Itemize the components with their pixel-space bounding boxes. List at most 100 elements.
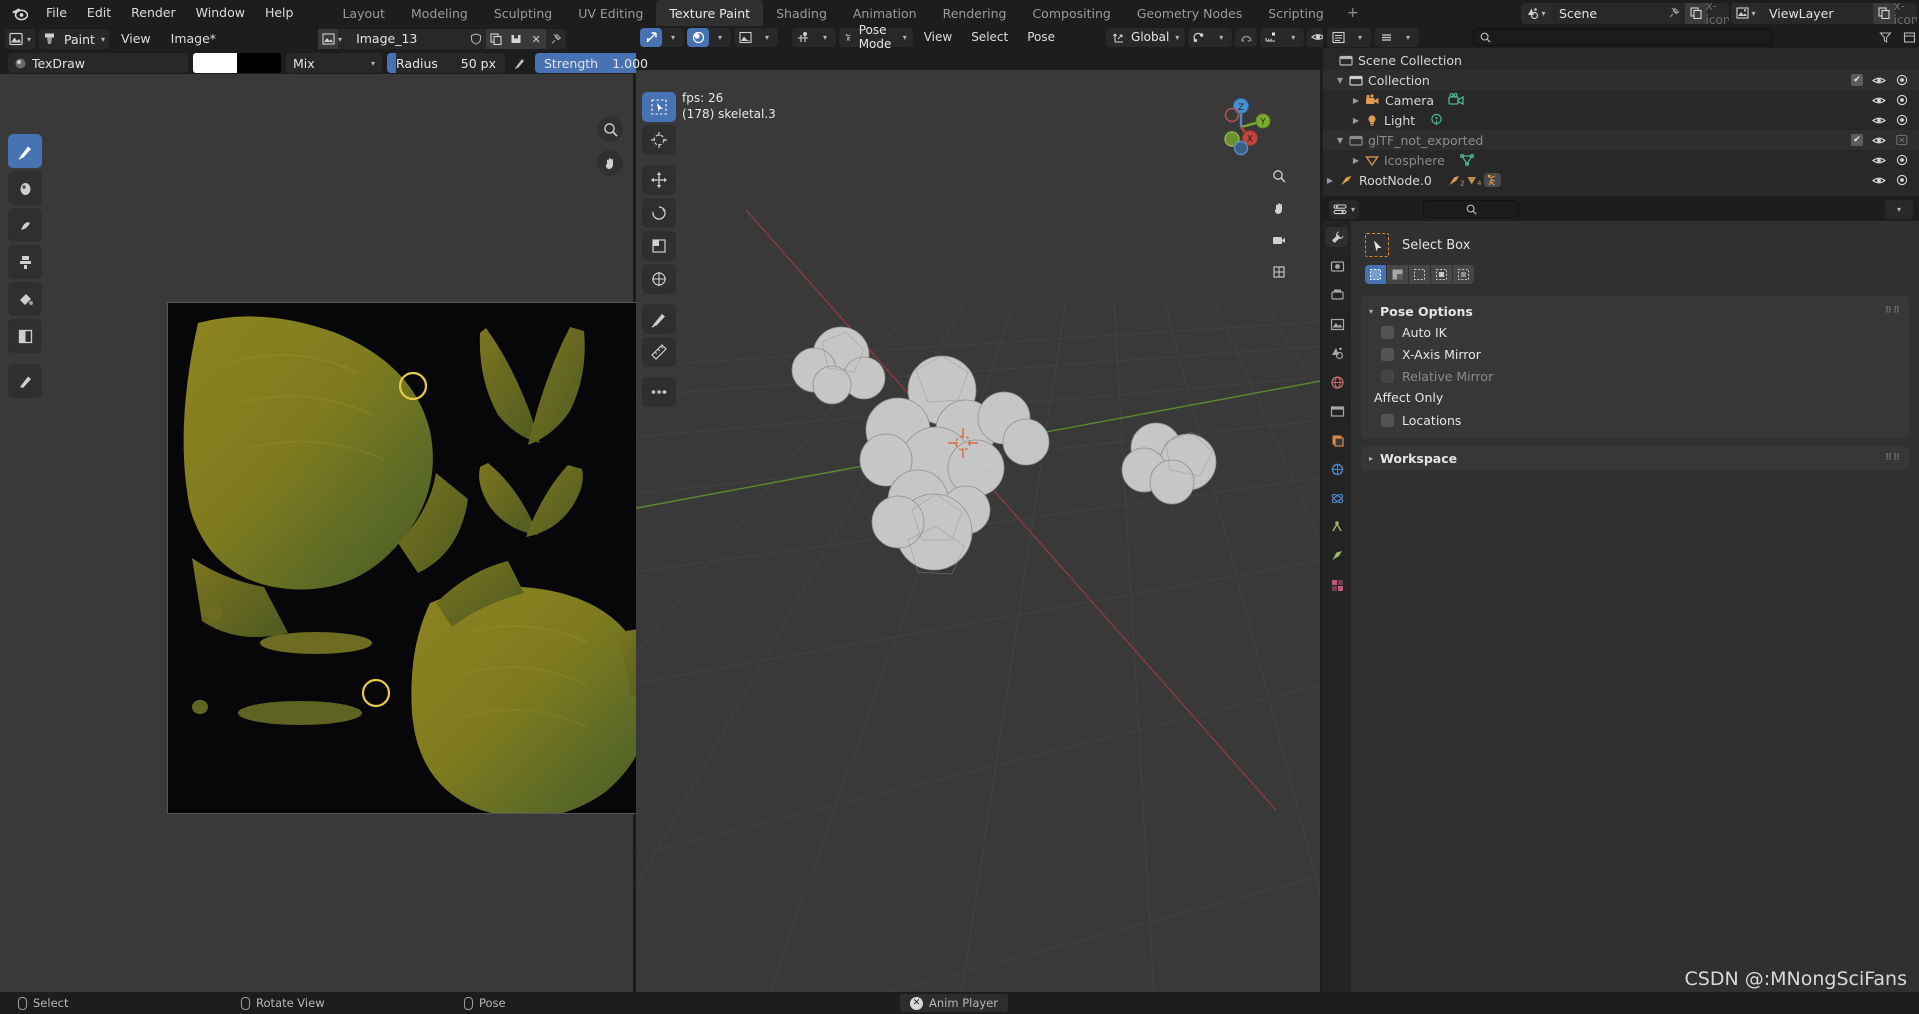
tab-rendering[interactable]: Rendering xyxy=(930,0,1020,26)
expand-triangle[interactable]: ▶ xyxy=(1323,176,1337,185)
viewlayer-icon[interactable]: ▾ xyxy=(1731,2,1761,24)
primary-color-swatch[interactable] xyxy=(193,53,237,73)
image-editor-menu-image[interactable]: Image* xyxy=(163,29,224,49)
auto-ik-checkbox[interactable] xyxy=(1381,325,1394,339)
secondary-color-swatch[interactable] xyxy=(237,53,281,73)
tool-mask[interactable] xyxy=(8,319,42,353)
outliner-tree[interactable]: Scene Collection ▼ Collection ✔ ▶ Camera… xyxy=(1323,48,1919,196)
display-mode-chevron[interactable]: ▾ xyxy=(756,28,778,47)
panel-header-workspace[interactable]: ▸ Workspace ⠿⠿ xyxy=(1361,446,1909,470)
row-locations[interactable]: Locations xyxy=(1361,409,1909,431)
pack-image-icon[interactable] xyxy=(506,29,527,49)
expand-triangle[interactable]: ▼ xyxy=(1333,76,1347,85)
pose-badge-icon[interactable] xyxy=(1483,173,1501,187)
shading-toggle-icon[interactable] xyxy=(687,27,709,47)
tab-shading[interactable]: Shading xyxy=(763,0,840,26)
strength-slider[interactable]: Strength 1.000 xyxy=(535,53,657,73)
expand-triangle[interactable]: ▶ xyxy=(1349,156,1363,165)
paint-mode-selector[interactable]: Paint ▾ xyxy=(39,29,109,49)
image-canvas[interactable] xyxy=(0,74,679,1004)
tab-constraints[interactable] xyxy=(1326,517,1348,537)
expand-triangle[interactable]: ▼ xyxy=(1333,136,1347,145)
viewport-menu-pose[interactable]: Pose xyxy=(1019,28,1063,47)
tab-sculpting[interactable]: Sculpting xyxy=(481,0,565,26)
visibility-eye-icon[interactable] xyxy=(1872,75,1886,86)
viewport-shading-quick[interactable]: ▾ xyxy=(687,27,731,47)
visibility-eye-icon[interactable] xyxy=(1872,155,1886,166)
outliner-display-mode[interactable]: ▾ xyxy=(1375,27,1419,47)
pin-image-icon[interactable] xyxy=(546,29,566,49)
snap-magnet-icon[interactable] xyxy=(1235,28,1257,47)
tab-scene[interactable] xyxy=(1326,343,1348,363)
panel-header-pose-options[interactable]: ▾ Pose Options ⠿⠿ xyxy=(1361,301,1909,321)
tab-world[interactable] xyxy=(1326,372,1348,392)
tool-breakdowner[interactable] xyxy=(642,377,676,407)
menu-window[interactable]: Window xyxy=(186,3,255,23)
camera-data-icon[interactable] xyxy=(1448,93,1465,107)
chevron-down-icon[interactable]: ▾ xyxy=(1369,307,1373,316)
properties-editor-type[interactable]: ▾ xyxy=(1329,199,1360,219)
navigation-gizmo[interactable]: Z Y X xyxy=(1210,96,1272,158)
tool-smear[interactable] xyxy=(8,208,42,242)
visibility-eye-icon[interactable] xyxy=(1872,95,1886,106)
collection-checkbox[interactable]: ✔ xyxy=(1851,74,1863,86)
tool-measure[interactable] xyxy=(642,337,676,367)
expand-triangle[interactable]: ▶ xyxy=(1349,116,1363,125)
display-mode-icon[interactable] xyxy=(734,28,756,47)
zoom-icon[interactable] xyxy=(1267,164,1290,187)
tool-scale[interactable] xyxy=(642,231,676,261)
menu-edit[interactable]: Edit xyxy=(77,3,121,23)
render-camera-icon[interactable] xyxy=(1895,154,1909,166)
remove-scene-icon[interactable]: x-icon xyxy=(1706,2,1729,24)
tab-texture[interactable] xyxy=(1326,575,1348,595)
visibility-eye-icon[interactable] xyxy=(1872,115,1886,126)
visibility-eye-icon[interactable] xyxy=(1872,135,1886,146)
image-datablock-selector[interactable]: ▾ Image_13 ✕ xyxy=(318,29,567,49)
visibility-eye-icon[interactable] xyxy=(1872,175,1886,186)
color-swatches[interactable] xyxy=(193,53,281,73)
properties-options-chevron[interactable]: ▾ xyxy=(1885,199,1913,219)
tool-annotate[interactable] xyxy=(642,304,676,334)
tab-scripting[interactable]: Scripting xyxy=(1255,0,1337,26)
pivot-chevron[interactable]: ▾ xyxy=(814,28,836,47)
pivot-icon[interactable] xyxy=(792,28,814,47)
shading-chevron[interactable]: ▾ xyxy=(709,28,731,47)
proportional-edit-icon[interactable] xyxy=(1260,28,1282,47)
viewlayer-selector[interactable]: ▾ ViewLayer x-icon xyxy=(1731,2,1917,24)
render-camera-icon[interactable] xyxy=(1895,74,1909,86)
scene-icon[interactable]: ▾ xyxy=(1521,2,1551,24)
hand-icon[interactable] xyxy=(597,150,623,176)
outliner-row-camera[interactable]: ▶ Camera xyxy=(1323,90,1919,110)
armature-badge-icon[interactable]: 2 xyxy=(1448,174,1464,187)
mesh-badge-icon[interactable]: 4 xyxy=(1466,174,1482,187)
tab-compositing[interactable]: Compositing xyxy=(1019,0,1123,26)
interaction-mode-selector[interactable]: Pose Mode ▾ xyxy=(839,23,913,51)
pivot-point-group[interactable]: ▾ xyxy=(1188,27,1233,47)
editor-type-selector[interactable]: ▾ xyxy=(5,29,36,49)
expand-triangle[interactable]: ▶ xyxy=(1349,96,1363,105)
outliner-row-rootnode[interactable]: ▶ RootNode.0 2 4 xyxy=(1323,170,1919,190)
outliner-icon[interactable] xyxy=(1327,28,1349,47)
tab-view-layer[interactable] xyxy=(1326,314,1348,334)
tab-uv-editing[interactable]: UV Editing xyxy=(565,0,656,26)
tool-clone[interactable] xyxy=(8,245,42,279)
render-camera-icon[interactable] xyxy=(1895,114,1909,126)
viewport-icon[interactable] xyxy=(640,27,662,47)
tab-tool[interactable] xyxy=(1326,227,1348,247)
panel-grip-icon[interactable]: ⠿⠿ xyxy=(1885,306,1901,316)
tool-rotate[interactable] xyxy=(642,198,676,228)
viewport-editor-type-chevron[interactable]: ▾ xyxy=(662,28,684,47)
proportional-edit-chevron[interactable]: ▾ xyxy=(1282,28,1304,47)
image-editor-menu-view[interactable]: View xyxy=(113,29,159,49)
pivot-point-icon[interactable] xyxy=(1188,28,1210,47)
outliner-row-gltf-not-exported[interactable]: ▼ glTF_not_exported ✔ xyxy=(1323,130,1919,150)
pose-mode-group[interactable]: ▾ xyxy=(792,27,836,47)
mesh-data-icon[interactable] xyxy=(1459,153,1475,167)
menu-help[interactable]: Help xyxy=(255,3,304,23)
tool-fill[interactable] xyxy=(8,282,42,316)
outliner-display-chevron[interactable]: ▾ xyxy=(1397,28,1419,47)
select-invert[interactable] xyxy=(1431,265,1452,284)
tool-draw[interactable] xyxy=(8,134,42,168)
locations-checkbox[interactable] xyxy=(1381,413,1394,427)
render-disabled-icon[interactable] xyxy=(1895,134,1909,146)
